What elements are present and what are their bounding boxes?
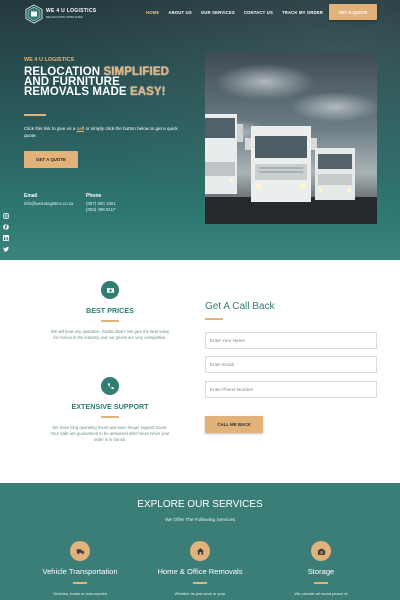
phone-label: Phone (86, 193, 102, 199)
hero-section: WE 4 U LOGISTICS RELOCATION SIMPLIFIED H… (0, 0, 400, 260)
feature-title-best-prices: BEST PRICES (86, 306, 134, 315)
callback-divider (205, 318, 223, 320)
phone-icon (101, 377, 119, 395)
hero-intro-text: Click this link to give us a call or sim… (24, 126, 178, 138)
twitter-icon[interactable] (3, 239, 9, 252)
services-section: EXPLORE OUR SERVICES We Offer The Follow… (0, 483, 400, 600)
logo-subtext: RELOCATION SIMPLIFIED (46, 15, 83, 19)
service-desc-storage: We provide all round peace of (294, 591, 348, 596)
callback-title: Get A Call Back (205, 301, 275, 312)
feature-divider (101, 416, 119, 418)
email-label: Email (24, 193, 38, 199)
nav-contact-us[interactable]: CONTACT US (244, 10, 273, 15)
nav-about-us[interactable]: ABOUT US (168, 10, 191, 15)
trucks-photo (205, 52, 377, 224)
email-value[interactable]: info@we4ulogistics.co.za (24, 201, 73, 207)
feature-text-extensive-support: We have long operating hours and even lo… (50, 425, 170, 442)
service-name-storage[interactable]: Storage (261, 567, 381, 576)
social-links (3, 206, 9, 252)
facebook-icon[interactable] (3, 217, 9, 230)
hero-divider (24, 114, 46, 116)
instagram-icon[interactable] (3, 206, 9, 219)
services-title: EXPLORE OUR SERVICES (137, 499, 263, 510)
header-quote-button[interactable]: GET A QUOTE (329, 4, 377, 20)
services-subtitle: We Offer The Following Services (165, 518, 235, 523)
service-desc-home-office-removals: Whether its just work or your (174, 591, 226, 596)
hero-quote-button[interactable]: GET A QUOTE (24, 151, 78, 168)
service-name-vehicle-transportation[interactable]: Vehicle Transportation (20, 567, 140, 576)
service-name-home-office-removals[interactable]: Home & Office Removals (140, 567, 260, 576)
nav-our-services[interactable]: OUR SERVICES (201, 10, 235, 15)
feature-divider (101, 320, 119, 322)
truck-icon (70, 541, 90, 561)
feature-title-extensive-support: EXTENSIVE SUPPORT (71, 402, 149, 411)
email-field[interactable] (205, 356, 377, 373)
logo-icon[interactable] (24, 4, 44, 24)
phone-field[interactable] (205, 381, 377, 398)
hero-brand: WE 4 U LOGISTICS (24, 57, 75, 63)
nav-home[interactable]: HOME (146, 10, 159, 15)
name-field[interactable] (205, 332, 377, 349)
home-icon (190, 541, 210, 561)
call-me-back-button[interactable]: CALL ME BACK (205, 416, 263, 433)
phone-value-2[interactable]: (063) 499 9117 (86, 207, 115, 213)
hero-headline: RELOCATION SIMPLIFIED AND FURNITURE REMO… (24, 66, 169, 98)
service-divider (314, 582, 328, 584)
money-icon (101, 281, 119, 299)
service-desc-vehicle-transportation: Vehicles, boats or motorcycles (52, 591, 108, 596)
service-divider (73, 582, 87, 584)
storage-icon (311, 541, 331, 561)
service-divider (193, 582, 207, 584)
linkedin-icon[interactable] (3, 228, 9, 241)
feature-text-best-prices: We will beat any quotation, hands down! … (50, 329, 170, 340)
nav-track-my-order[interactable]: TRACK MY ORDER (282, 10, 323, 15)
main-nav: HOME ABOUT US OUR SERVICES CONTACT US TR… (146, 10, 323, 15)
logo-text[interactable]: WE 4 U LOGISTICS (46, 8, 96, 14)
